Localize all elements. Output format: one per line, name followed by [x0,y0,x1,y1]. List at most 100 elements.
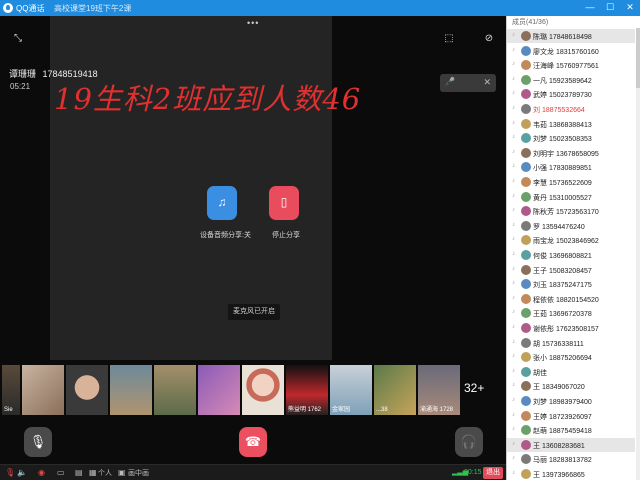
screen-share-icon[interactable]: ▭ [57,468,65,477]
layout-label[interactable]: 画中画 [128,468,149,478]
member-mic-icon: ♪ [512,455,515,462]
member-row[interactable]: ♪ 刘梦 18983979400 [507,394,635,408]
member-name: 王 18349067020 [533,384,585,392]
member-row[interactable]: ♪ 王 18349067020 [507,379,635,393]
participant-thumb[interactable]: 渝通海 1728 [418,365,460,415]
more-icon[interactable]: ••• [247,18,259,28]
exit-button[interactable]: 退出 [483,467,503,479]
member-mic-icon: ♪ [512,178,515,184]
member-name: 刘梦 18983979400 [533,399,592,406]
member-avatar [521,337,531,348]
participant-thumb[interactable] [22,365,64,415]
audio-share-button[interactable]: ♫ [207,186,237,220]
member-row[interactable]: ♪ 王 13973966865 [507,467,635,480]
member-row[interactable]: ♪ 刘 18875532664 [507,102,635,116]
clear-search-icon[interactable]: ✕ [483,77,491,88]
member-row[interactable]: ♪ 马丽 18283813782 [507,452,635,466]
member-row[interactable]: ♪ 陈璐 17848618498 [507,29,635,43]
mic-on-toast: 麦克风已开启 [228,304,280,320]
member-row[interactable]: ♪ 雨宝龙 15023846962 [507,233,635,247]
member-row[interactable]: ♪ 黄丹 15310005527 [507,190,635,204]
participant-thumb[interactable]: 熊益明 1762 [286,365,328,415]
participant-thumb[interactable] [110,365,152,415]
member-row[interactable]: ♪ 王子 15083208457 [507,263,635,277]
member-row[interactable]: ♪ 刘明宇 13678658095 [507,146,635,160]
member-row[interactable]: ♪ 胡 15736338111 [507,336,635,350]
member-mic-icon: ♪ [512,294,515,301]
view-mode-label[interactable]: 个人 [98,468,112,478]
member-row[interactable]: ♪ 韦茹 13868388413 [507,117,635,131]
stop-share-button[interactable]: ▯ [269,186,299,220]
member-name: 武婷 15023789730 [533,92,592,100]
collapse-icon[interactable]: ⤡ [11,32,25,46]
hang-up-button[interactable]: ☎ [239,427,267,457]
member-row[interactable]: ♪ 刘梦 15023508353 [507,131,635,145]
member-avatar [521,264,531,275]
layout-icon[interactable]: ▣ [118,468,126,477]
member-row[interactable]: ♪ 王茹 13696720378 [507,306,635,320]
member-row[interactable]: ♪ 廖文龙 18315760160 [507,44,635,58]
member-name: 王 13608283681 [533,442,585,450]
participant-thumb[interactable]: ...38 [374,365,416,415]
member-row[interactable]: ♪ 刘玉 18375247175 [507,277,635,291]
minimize-button[interactable]: — [583,1,597,14]
member-avatar [521,410,531,421]
member-list-scrollbar[interactable] [636,28,640,480]
qq-call-window: QQ通话 高校课堂19班下午2课 — ☐ ✕ ••• ⤡ ⬚ ⊘ 谭珊珊 178… [0,0,640,480]
member-name: 赵萌 18875459418 [533,428,592,436]
member-name: 一凡 15923589642 [533,77,592,85]
mic-button[interactable]: 🎙 [24,427,52,457]
window-subtitle: 高校课堂19班下午2课 [54,4,132,13]
member-row[interactable]: ♪ 何俊 13696808821 [507,248,635,262]
member-avatar [521,89,531,100]
member-row[interactable]: ♪ 李慧 15736522609 [507,175,635,189]
chat-icon[interactable]: ▤ [75,468,83,477]
member-search-input[interactable]: 🎤 ✕ [440,74,496,92]
member-row[interactable]: ♪ 赵萌 18875459418 [507,423,635,437]
member-row[interactable]: ♪ 程依依 18820154520 [507,292,635,306]
member-name: 张小 18875206694 [533,355,592,363]
mic-muted-icon[interactable]: 🎙 [5,468,15,477]
participant-caption: 渝通海 1728 [420,407,454,413]
member-avatar [521,104,531,114]
bottom-toolbar: 🎙 🔈 ◉ ▭ ▤ ▦ 个人 ▣ 画中画 ▂▃▅ 00:15 退出 [0,464,506,480]
participant-caption: 金家园 [332,407,351,413]
member-row[interactable]: ♪ 武婷 15023789730 [507,87,635,101]
member-row[interactable]: ♪ 王婷 18723926097 [507,409,635,423]
member-row[interactable]: ♪ 陈秋芳 15723563170 [507,204,635,218]
participant-thumb[interactable]: 金家园 [330,365,372,415]
member-row[interactable]: ♪ 罗 13594476240 [507,219,635,233]
qq-logo-icon [3,3,13,13]
member-avatar [521,454,531,465]
member-name: 小强 17830889851 [533,165,592,173]
member-row[interactable]: ♪ 王 13608283681 [507,437,635,452]
hide-video-icon[interactable]: ⊘ [482,32,496,46]
member-mic-icon: ♪ [512,148,515,155]
view-mode-icon[interactable]: ▦ [89,468,97,477]
participant-thumb[interactable] [198,365,240,415]
more-participants-count[interactable]: 32+ [464,381,484,395]
member-avatar [521,74,531,85]
member-avatar [521,250,531,260]
speaker-button[interactable]: 🎧 [455,427,483,457]
member-mic-icon: ♪ [512,134,515,141]
maximize-button[interactable]: ☐ [603,1,617,14]
participant-thumb[interactable]: Sie [2,365,20,415]
participant-thumb[interactable] [154,365,196,415]
camera-off-icon[interactable]: ◉ [38,468,45,477]
participant-thumb[interactable] [242,365,284,415]
member-row[interactable]: ♪ 谢依彤 17623508157 [507,321,635,335]
member-row[interactable]: ♪ 胡佳 [507,365,635,379]
member-row[interactable]: ♪ 小强 17830889851 [507,160,635,174]
member-name: 陈秋芳 15723563170 [533,209,599,217]
member-row[interactable]: ♪ 汪海峰 15760977561 [507,58,635,72]
window-title: QQ通话 [16,4,45,13]
member-row[interactable]: ♪ 张小 18875206694 [507,350,635,364]
member-row[interactable]: ♪ 一凡 15923589642 [507,73,635,87]
member-name: 马丽 18283813782 [533,457,592,465]
contact-icon[interactable]: ⬚ [442,32,456,46]
participant-caption: ...38 [376,407,388,413]
speaker-icon[interactable]: 🔈 [17,468,27,477]
close-button[interactable]: ✕ [623,1,637,14]
participant-thumb[interactable] [66,365,108,415]
